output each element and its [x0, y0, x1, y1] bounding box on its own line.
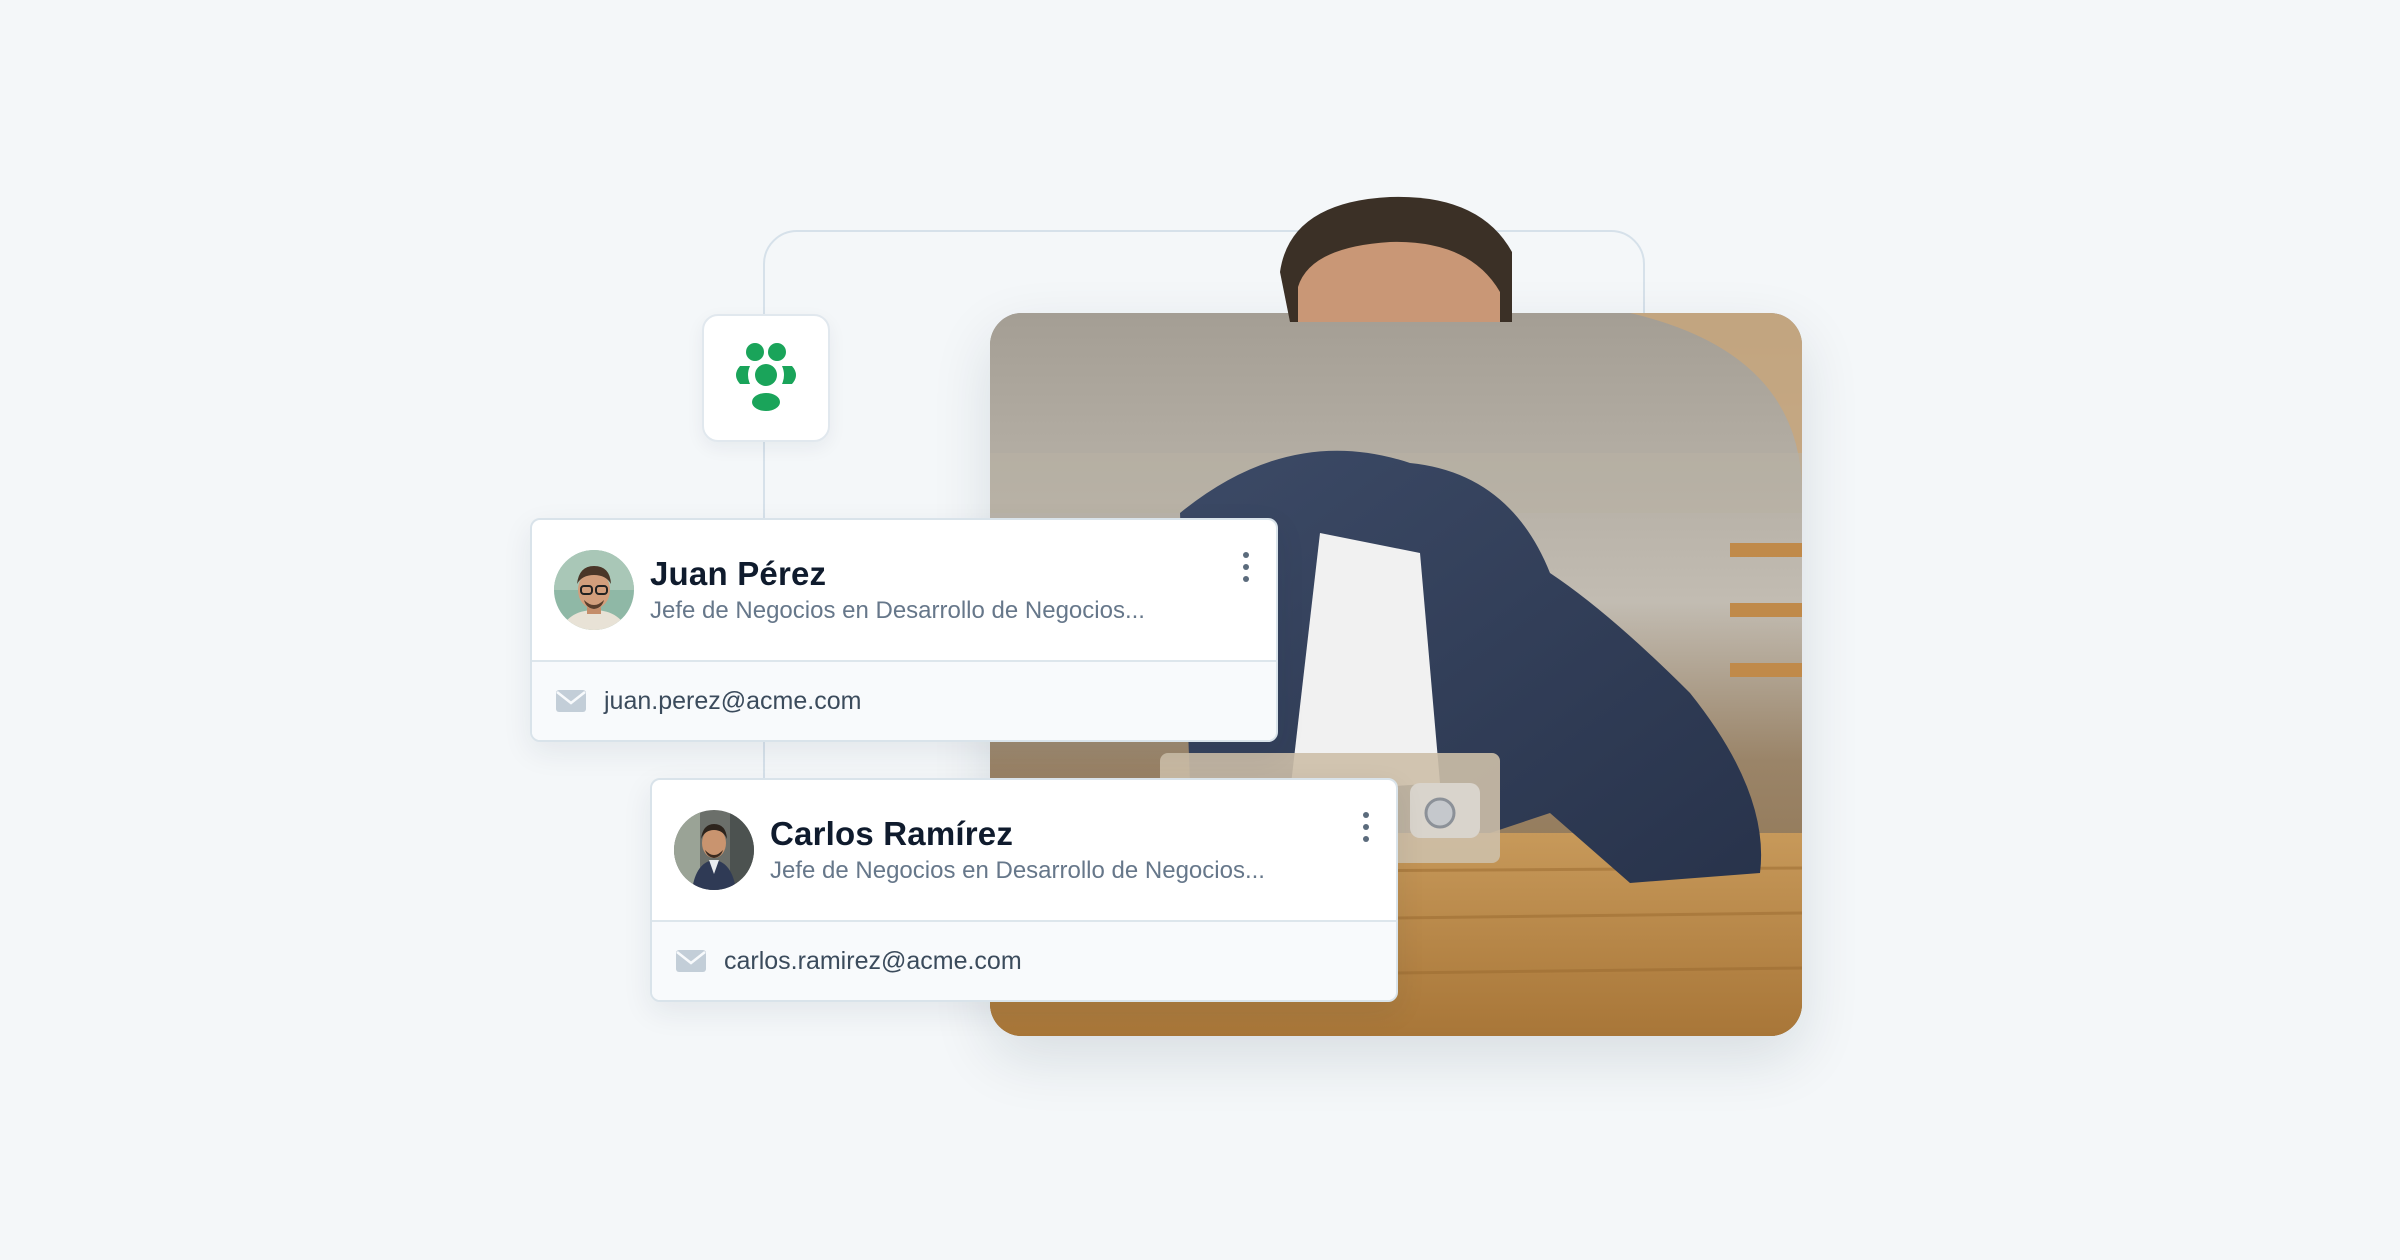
contact-card[interactable]: Carlos Ramírez Jefe de Negocios en Desar…	[650, 778, 1398, 1002]
more-vertical-icon[interactable]	[1358, 812, 1374, 842]
contact-role: Jefe de Negocios en Desarrollo de Negoci…	[770, 857, 1265, 884]
mail-icon	[676, 950, 706, 972]
more-vertical-icon[interactable]	[1238, 552, 1254, 582]
contact-email[interactable]: carlos.ramirez@acme.com	[724, 947, 1022, 976]
contact-name: Carlos Ramírez	[770, 815, 1014, 852]
contact-role: Jefe de Negocios en Desarrollo de Negoci…	[650, 597, 1145, 624]
contact-email-row: carlos.ramirez@acme.com	[652, 922, 1396, 1000]
contact-email-row: juan.perez@acme.com	[532, 662, 1276, 740]
team-icon	[736, 343, 796, 411]
hero-photo-head	[1250, 192, 1550, 322]
team-logo-tile	[702, 314, 830, 442]
contact-name: Juan Pérez	[650, 555, 827, 592]
avatar-photo	[554, 550, 634, 630]
avatar-photo	[674, 810, 754, 890]
mail-icon	[556, 690, 586, 712]
contact-card-header: Carlos Ramírez Jefe de Negocios en Desar…	[652, 780, 1396, 922]
contact-email[interactable]: juan.perez@acme.com	[604, 687, 861, 716]
contact-card-header: Juan Pérez Jefe de Negocios en Desarroll…	[532, 520, 1276, 662]
contact-card[interactable]: Juan Pérez Jefe de Negocios en Desarroll…	[530, 518, 1278, 742]
